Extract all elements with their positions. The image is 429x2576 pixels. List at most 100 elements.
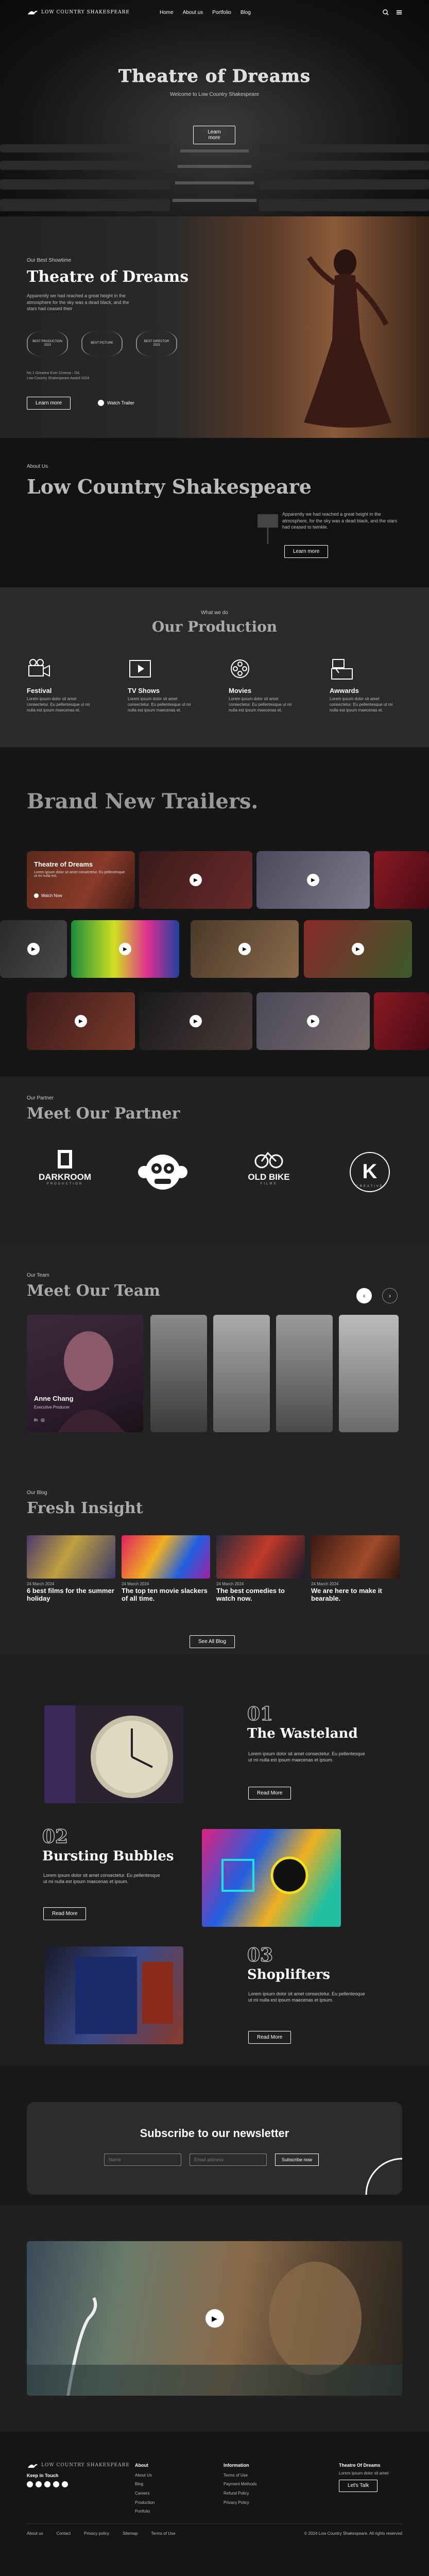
play-icon[interactable]: ▶: [307, 1015, 319, 1027]
feature-read-more-button[interactable]: Read More: [248, 1787, 291, 1800]
footer-link[interactable]: About Us: [135, 2471, 155, 2480]
dancer-image: [304, 249, 391, 428]
trailer-thumbnail[interactable]: ▶: [27, 992, 135, 1050]
arrow-right-icon[interactable]: ›: [382, 1288, 398, 1303]
partner-logo-oldbike[interactable]: OLD BIKE FILMS: [233, 1149, 305, 1206]
partner-logo-monkey[interactable]: [127, 1149, 199, 1206]
footer-link[interactable]: Portfolio: [135, 2507, 155, 2516]
play-icon[interactable]: ▶: [205, 2309, 224, 2328]
team-member-card[interactable]: [213, 1315, 270, 1432]
trailer-thumbnail[interactable]: ▶: [191, 920, 299, 978]
pinterest-icon[interactable]: [62, 2481, 68, 2487]
trailer-thumbnail[interactable]: [374, 851, 429, 909]
production-desc: Lorem ipsum dolor sit amet consectetur. …: [330, 697, 393, 713]
team-member-card-featured[interactable]: Anne Chang Executive Producer in ◎: [27, 1315, 143, 1432]
play-icon[interactable]: ▶: [119, 943, 131, 955]
trailer-thumbnail[interactable]: ▶: [304, 920, 412, 978]
award-badge: BEST PRODUCTION 2023: [27, 331, 68, 357]
blog-post-image: [27, 1535, 115, 1579]
name-input[interactable]: [104, 2154, 181, 2166]
instagram-icon[interactable]: [53, 2481, 59, 2487]
footer-bottom-link[interactable]: Privacy policy: [84, 2531, 109, 2536]
footer-bottom-link[interactable]: Contact: [57, 2531, 71, 2536]
trailer-thumbnail[interactable]: [374, 992, 429, 1050]
blog-post-date: 24 March 2024: [122, 1582, 149, 1586]
footer-link[interactable]: Terms of Use: [224, 2471, 256, 2480]
feature-read-more-button[interactable]: Read More: [248, 2031, 291, 2044]
partner-logo-darkroom[interactable]: DARKROOM PRODUCTION: [29, 1149, 101, 1206]
instagram-icon[interactable]: ◎: [41, 1417, 45, 1423]
copyright: © 2024 Low Country Shakespeare. All righ…: [304, 2531, 402, 2536]
trailer-thumbnail[interactable]: ▶: [139, 992, 252, 1050]
play-circle-icon: [98, 400, 104, 406]
nav-home[interactable]: Home: [160, 10, 174, 15]
featured-watch-link[interactable]: Watch Now: [34, 893, 62, 898]
trailer-thumbnail[interactable]: ▶: [71, 920, 179, 978]
footer-bottom-link[interactable]: Terms of Use: [151, 2531, 175, 2536]
trailer-thumbnail[interactable]: ▶: [256, 851, 370, 909]
partners-eyebrow: Our Partner: [27, 1095, 54, 1101]
hero-learn-more-button[interactable]: Learn more: [193, 126, 235, 144]
team-member-card[interactable]: [276, 1315, 333, 1432]
blog-post-title: The best comedies to watch now.: [216, 1587, 285, 1602]
footer-about-heading: About: [135, 2463, 148, 2468]
email-input[interactable]: [190, 2154, 267, 2166]
play-icon[interactable]: ▶: [75, 1015, 87, 1027]
watch-trailer-link[interactable]: Watch Trailer: [98, 400, 134, 406]
team-member-card[interactable]: [339, 1315, 399, 1432]
twitter-icon[interactable]: [36, 2481, 42, 2487]
partner-sub: FILMS: [260, 1182, 278, 1185]
featured-trailer-card[interactable]: Theatre of Dreams Lorem ipsum dolor sit …: [27, 851, 135, 909]
play-icon[interactable]: ▶: [190, 1015, 202, 1027]
lets-talk-button[interactable]: Let's Talk: [339, 2480, 378, 2493]
play-icon[interactable]: ▶: [352, 943, 364, 955]
trailer-thumbnail[interactable]: ▶: [139, 851, 252, 909]
about-learn-more-button[interactable]: Learn more: [284, 545, 329, 558]
site-logo[interactable]: LOW COUNTRY SHAKESPEARE: [27, 8, 130, 16]
blog-post-card[interactable]: 24 March 2024 The top ten movie slackers…: [122, 1535, 210, 1603]
blog-post-card[interactable]: 24 March 2024 We are here to make it bea…: [311, 1535, 400, 1603]
linkedin-icon[interactable]: in: [34, 1417, 38, 1423]
play-icon[interactable]: ▶: [27, 943, 40, 955]
nav-blog[interactable]: Blog: [241, 10, 251, 15]
search-icon[interactable]: [383, 9, 389, 15]
facebook-icon[interactable]: [27, 2481, 33, 2487]
team-member-card[interactable]: [150, 1315, 207, 1432]
footer-link[interactable]: Refund Policy: [224, 2489, 256, 2498]
arrow-left-icon[interactable]: ‹: [356, 1288, 372, 1303]
footer-logo[interactable]: LOW COUNTRY SHAKESPEARE: [27, 2461, 130, 2471]
footer-cta-desc: Lorem ipsum dolor sit amet: [339, 2470, 389, 2476]
play-icon[interactable]: ▶: [307, 874, 319, 886]
footer-link[interactable]: Payment Methods: [224, 2480, 256, 2489]
play-icon[interactable]: ▶: [238, 943, 251, 955]
menu-icon[interactable]: [396, 9, 402, 15]
nav-about[interactable]: About us: [183, 10, 203, 15]
footer-link[interactable]: Production: [135, 2498, 155, 2507]
trailer-thumbnail[interactable]: ▶: [256, 992, 370, 1050]
team-member-photo: [58, 1331, 125, 1432]
trailer-thumbnail[interactable]: ▶: [0, 920, 67, 978]
clock-image: [44, 1705, 183, 1803]
showtime-learn-more-button[interactable]: Learn more: [27, 397, 71, 410]
play-icon[interactable]: ▶: [190, 874, 202, 886]
footer-link[interactable]: Careers: [135, 2489, 155, 2498]
feature-read-more-button[interactable]: Read More: [43, 1907, 87, 1920]
promo-video[interactable]: ▶: [27, 2241, 402, 2396]
blog-post-image: [311, 1535, 400, 1579]
blog-post-card[interactable]: 24 March 2024 The best comedies to watch…: [216, 1535, 305, 1603]
footer-bottom-link[interactable]: About us: [27, 2531, 43, 2536]
production-name: Awwards: [330, 687, 359, 694]
x-icon[interactable]: [44, 2481, 50, 2487]
footer-link[interactable]: Privacy Policy: [224, 2498, 256, 2507]
nav-portfolio[interactable]: Portfolio: [212, 10, 231, 15]
subscribe-button[interactable]: Subscribe now: [275, 2154, 319, 2166]
blog-post-card[interactable]: 24 March 2024 6 best films for the summe…: [27, 1535, 115, 1603]
feature-desc: Lorem ipsum dolor sit amet consectetur. …: [248, 1751, 365, 1763]
footer-bottom-bar: About us Contact Privacy policy Sitemap …: [27, 2523, 402, 2536]
footer-bottom-link[interactable]: Sitemap: [123, 2531, 138, 2536]
see-all-blog-button[interactable]: See All Blog: [190, 1635, 235, 1648]
footer-link[interactable]: Blog: [135, 2480, 155, 2489]
partner-logo-k[interactable]: K CREATIVE: [334, 1149, 406, 1206]
trailers-section: Brand New Trailers. Theatre of Dreams Lo…: [0, 747, 429, 1077]
award-badge: BEST PICTURE: [81, 331, 123, 357]
